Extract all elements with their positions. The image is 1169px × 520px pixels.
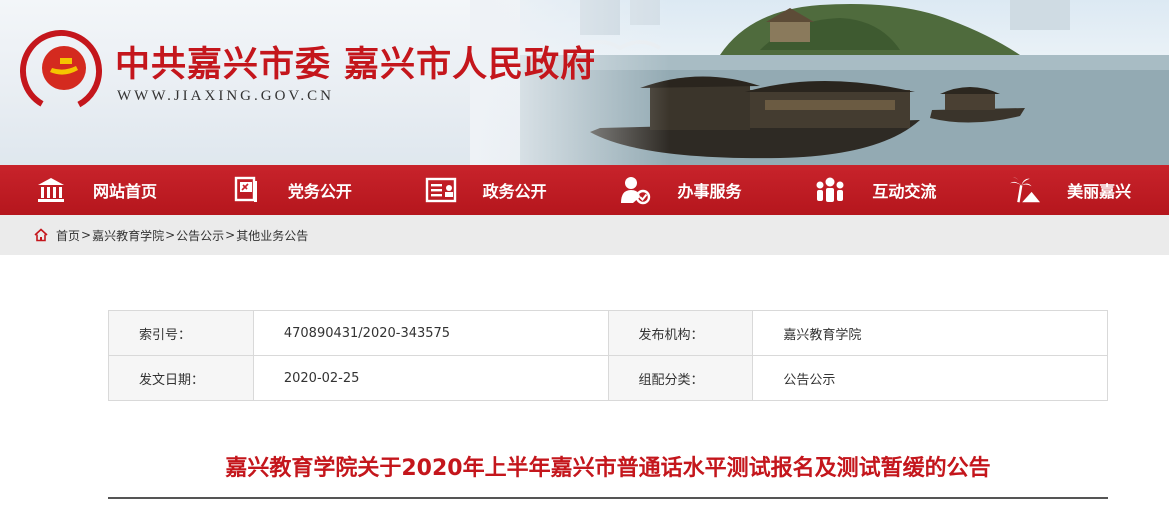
nav-item-label: 互动交流 bbox=[872, 182, 937, 201]
date-label: 发文日期： bbox=[108, 355, 254, 401]
breadcrumb-link-home[interactable]: 首页 bbox=[56, 227, 80, 244]
nav-item-home[interactable]: 网站首页 bbox=[0, 165, 195, 215]
category-label: 组配分类： bbox=[607, 355, 754, 401]
category-value: 公告公示 bbox=[752, 355, 1108, 401]
article-title: 嘉兴教育学院关于2020年上半年嘉兴市普通话水平测试报名及测试暂缓的公告 bbox=[225, 456, 991, 481]
nav-item-label: 政务公开 bbox=[482, 182, 547, 201]
publisher-label: 发布机构： bbox=[607, 310, 754, 356]
people-group-icon bbox=[814, 174, 846, 206]
nav-item-label: 美丽嘉兴 bbox=[1067, 182, 1132, 201]
breadcrumb-link-other-notices[interactable]: 其他业务公告 bbox=[236, 227, 308, 244]
nav-item-label: 网站首页 bbox=[93, 182, 158, 201]
index-label: 索引号： bbox=[108, 310, 254, 356]
nav-item-interaction[interactable]: 互动交流 bbox=[779, 165, 974, 215]
nav-item-label: 办事服务 bbox=[677, 182, 742, 201]
breadcrumb-separator: > bbox=[225, 228, 236, 242]
palm-tree-icon bbox=[1009, 174, 1041, 206]
nav-item-beautiful-jiaxing[interactable]: 美丽嘉兴 bbox=[974, 165, 1169, 215]
header-banner: 中共嘉兴市委 嘉兴市人民政府 WWW.JIAXING.GOV.CN bbox=[0, 0, 1169, 165]
site-url: WWW.JIAXING.GOV.CN bbox=[117, 88, 334, 104]
title-divider bbox=[108, 497, 1108, 499]
table-row: 索引号： 470890431/2020-343575 发布机构： 嘉兴教育学院 bbox=[108, 310, 1108, 356]
nav-item-label: 党务公开 bbox=[287, 182, 352, 201]
date-value: 2020-02-25 bbox=[252, 355, 609, 401]
main-nav: 网站首页 党务公开 政务公开 办事服务 互动交流 美丽嘉兴 bbox=[0, 165, 1169, 215]
document-icon bbox=[425, 174, 457, 206]
table-row: 发文日期： 2020-02-25 组配分类： 公告公示 bbox=[108, 355, 1108, 401]
breadcrumb-separator: > bbox=[81, 228, 92, 242]
nav-item-party-affairs[interactable]: 党务公开 bbox=[195, 165, 390, 215]
document-info-table: 索引号： 470890431/2020-343575 发布机构： 嘉兴教育学院 … bbox=[108, 310, 1108, 401]
nav-item-government-affairs[interactable]: 政务公开 bbox=[390, 165, 585, 215]
publisher-value: 嘉兴教育学院 bbox=[752, 310, 1108, 356]
breadcrumb-link-college[interactable]: 嘉兴教育学院 bbox=[92, 227, 164, 244]
breadcrumb-link-notices[interactable]: 公告公示 bbox=[176, 227, 224, 244]
nav-item-services[interactable]: 办事服务 bbox=[584, 165, 779, 215]
site-title: 中共嘉兴市委 嘉兴市人民政府 bbox=[115, 44, 597, 85]
person-service-icon bbox=[619, 174, 651, 206]
party-flag-icon bbox=[230, 174, 262, 206]
breadcrumb-separator: > bbox=[165, 228, 176, 242]
building-icon bbox=[35, 174, 67, 206]
index-value: 470890431/2020-343575 bbox=[252, 310, 609, 356]
breadcrumb: 首页 > 嘉兴教育学院 > 公告公示 > 其他业务公告 bbox=[0, 215, 1169, 255]
home-icon bbox=[34, 228, 48, 242]
party-emblem-logo bbox=[20, 30, 102, 112]
